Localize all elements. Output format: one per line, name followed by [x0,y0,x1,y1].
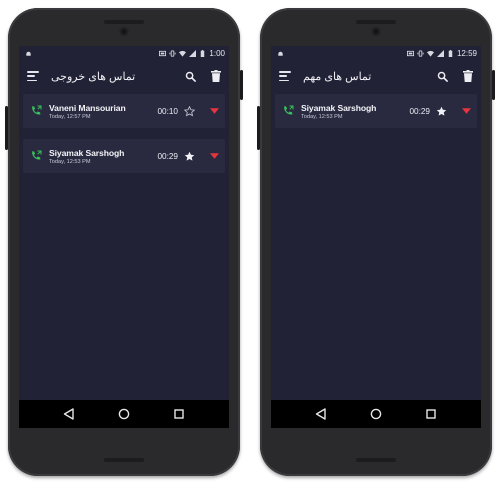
recents-icon [174,409,185,419]
call-timestamp: Today, 12:53 PM [301,113,343,120]
back-button[interactable] [63,408,75,420]
call-timestamp: Today, 12:53 PM [49,158,91,165]
status-time: 12:59 [456,48,477,58]
dropdown-arrow-icon[interactable] [210,108,219,114]
back-button[interactable] [315,408,327,420]
star-icon[interactable] [184,105,195,117]
search-icon [437,71,448,82]
trash-icon [463,70,473,82]
power-button [240,70,243,100]
call-duration: 00:10 [157,106,179,116]
android-icon [26,51,31,56]
call-item[interactable]: Vaneni Mansourian Today, 12:57 PM 00:10 [23,94,225,128]
home-icon [118,408,130,420]
navigation-bar [19,400,229,428]
front-camera [371,27,381,36]
call-duration: 00:29 [157,151,179,161]
wifi-icon [179,50,187,57]
status-time: 1:00 [209,48,225,58]
outgoing-call-icon [284,105,294,115]
screenshot-icon [406,50,414,56]
trash-icon [211,70,221,82]
dropdown-arrow-icon[interactable] [210,153,219,159]
outgoing-call-icon [32,105,42,115]
earpiece-speaker [356,20,396,24]
phone-screen: 12:59 تماس های مهم Siyamak Sarshogh Toda… [271,46,481,428]
wifi-icon [426,50,434,57]
call-timestamp: Today, 12:57 PM [49,113,91,120]
page-title: تماس های مهم [303,70,372,83]
earpiece-speaker [104,20,144,24]
call-item[interactable]: Siyamak Sarshogh Today, 12:53 PM 00:29 [275,94,477,128]
call-list: Siyamak Sarshogh Today, 12:53 PM 00:29 [271,92,481,141]
search-icon [185,71,196,82]
menu-icon[interactable] [27,71,39,81]
search-button[interactable] [184,70,196,82]
volume-button [5,106,8,150]
contact-name: Vaneni Mansourian [49,102,126,113]
phone-device-left: 1:00 تماس های خروجی Vaneni Mansourian To… [5,8,243,476]
volume-button [257,106,260,150]
bottom-speaker [356,458,396,462]
call-item[interactable]: Siyamak Sarshogh Today, 12:53 PM 00:29 [23,139,225,173]
search-button[interactable] [436,70,448,82]
phone-device-right: 12:59 تماس های مهم Siyamak Sarshogh Toda… [257,8,495,476]
bottom-speaker [104,458,144,462]
outgoing-call-icon [32,150,42,160]
recents-button[interactable] [173,408,185,420]
battery-icon [201,49,205,57]
navigation-bar [271,400,481,428]
home-button[interactable] [370,408,382,420]
delete-button[interactable] [462,70,474,82]
star-icon[interactable] [436,106,447,117]
battery-icon [448,49,453,57]
app-bar: تماس های خروجی [19,60,229,92]
dropdown-arrow-icon[interactable] [462,108,471,114]
back-icon [63,408,74,420]
contact-name: Siyamak Sarshogh [49,147,125,158]
menu-icon[interactable] [279,71,291,81]
status-bar: 12:59 [271,46,481,60]
star-icon[interactable] [184,151,195,162]
vibrate-icon [169,49,176,57]
call-list: Vaneni Mansourian Today, 12:57 PM 00:10 … [19,92,229,186]
call-duration: 00:29 [409,106,431,116]
recents-button[interactable] [425,408,437,420]
recents-icon [426,409,437,419]
home-button[interactable] [118,408,130,420]
phone-screen: 1:00 تماس های خروجی Vaneni Mansourian To… [19,46,229,428]
back-icon [315,408,326,420]
contact-name: Siyamak Sarshogh [301,102,377,113]
home-icon [370,408,382,420]
status-bar: 1:00 [19,46,229,60]
power-button [492,70,495,100]
delete-button[interactable] [210,70,222,82]
screenshot-icon [159,50,167,56]
front-camera [119,27,129,36]
android-icon [278,51,283,56]
signal-icon [436,49,444,57]
page-title: تماس های خروجی [51,70,136,83]
signal-icon [189,49,197,57]
app-bar: تماس های مهم [271,60,481,92]
vibrate-icon [417,49,424,57]
